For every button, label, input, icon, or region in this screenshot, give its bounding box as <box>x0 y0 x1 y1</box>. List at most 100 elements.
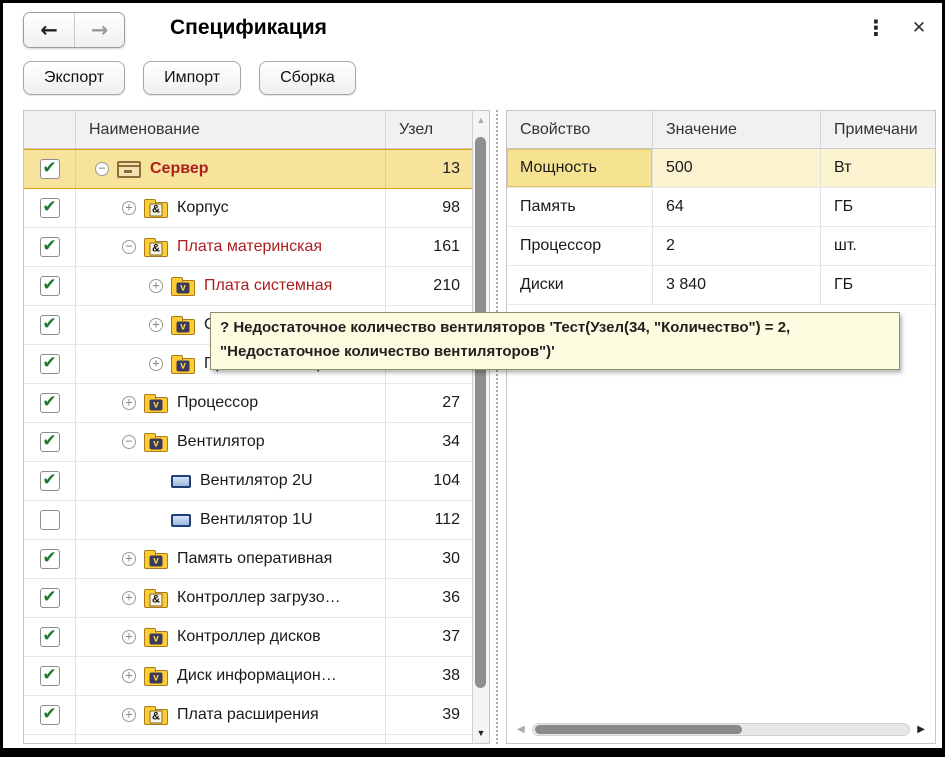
back-button[interactable]: ← <box>24 13 74 47</box>
check-mark-icon: ✔ <box>42 433 56 449</box>
tree-row[interactable]: ✔ + v Диск информацион… 38 <box>24 657 472 696</box>
scroll-up-icon[interactable]: ▲ <box>477 111 486 129</box>
property-row[interactable]: Диски 3 840 ГБ <box>507 266 935 305</box>
tree-row[interactable]: ✔ + v Плата системная 210 <box>24 267 472 306</box>
row-checkbox[interactable]: ✔ <box>40 627 60 647</box>
property-value: 3 840 <box>653 266 821 304</box>
expander-icon[interactable]: + <box>122 201 136 215</box>
column-header-value[interactable]: Значение <box>653 111 821 148</box>
tree-row[interactable]: ✔ + v Память оперативная 30 <box>24 540 472 579</box>
check-mark-icon: ✔ <box>42 706 56 722</box>
node-value: 36 <box>386 579 472 617</box>
check-mark-icon: ✔ <box>42 316 56 332</box>
properties-body: Мощность 500 Вт Память 64 ГБ Процессор 2… <box>507 149 935 305</box>
expander-icon[interactable]: + <box>122 669 136 683</box>
row-checkbox[interactable]: ✔ <box>40 159 60 179</box>
scroll-down-icon[interactable]: ▼ <box>477 725 486 743</box>
property-name: Память <box>507 188 653 226</box>
assembly-box-icon <box>117 161 141 178</box>
column-header-note[interactable]: Примечани <box>821 111 935 148</box>
node-value: 112 <box>386 501 472 539</box>
expander-icon[interactable]: − <box>95 162 109 176</box>
item-label: Сервер <box>150 160 209 178</box>
column-header-node[interactable]: Узел <box>386 111 472 148</box>
expander-icon[interactable]: + <box>122 591 136 605</box>
column-header-property[interactable]: Свойство <box>507 111 653 148</box>
row-checkbox[interactable] <box>40 510 60 530</box>
column-header-checkbox[interactable] <box>24 111 76 148</box>
property-row[interactable]: Процессор 2 шт. <box>507 227 935 266</box>
expander-icon[interactable]: + <box>122 630 136 644</box>
tree-body: ✔ − Сервер 13 ✔ + & Корпус 98 ✔ <box>24 149 472 743</box>
row-checkbox[interactable]: ✔ <box>40 237 60 257</box>
item-label: Вентилятор <box>177 433 265 451</box>
tree-row[interactable]: ✔ − v Вентилятор 34 <box>24 423 472 462</box>
row-checkbox[interactable]: ✔ <box>40 354 60 374</box>
scroll-right-icon[interactable]: ▶ <box>917 724 925 735</box>
node-value: 30 <box>386 540 472 578</box>
item-label: Плата системная <box>204 277 332 295</box>
scrollbar-track[interactable] <box>473 129 489 725</box>
check-mark-icon: ✔ <box>42 238 56 254</box>
row-checkbox[interactable]: ✔ <box>40 705 60 725</box>
сборка-button[interactable]: Сборка <box>259 61 356 95</box>
tree-row[interactable]: ✔ + & Плата расширения 39 <box>24 696 472 735</box>
scrollbar-track[interactable] <box>532 723 911 736</box>
node-value: 210 <box>386 267 472 305</box>
tree-row[interactable]: ✔ + v Процессор 27 <box>24 384 472 423</box>
panel-splitter[interactable] <box>496 110 498 744</box>
expander-icon[interactable]: − <box>122 435 136 449</box>
scrollbar-thumb[interactable] <box>535 725 742 734</box>
more-menu-button[interactable]: ⋮ <box>863 13 889 43</box>
check-mark-icon: ✔ <box>42 550 56 566</box>
item-label: Контроллер загрузо… <box>177 589 341 607</box>
tree-row[interactable]: ✔ <box>24 735 472 743</box>
экспорт-button[interactable]: Экспорт <box>23 61 125 95</box>
item-label: Память оперативная <box>177 550 332 568</box>
forward-arrow-icon: → <box>91 18 109 42</box>
row-checkbox[interactable]: ✔ <box>40 666 60 686</box>
node-value: 38 <box>386 657 472 695</box>
импорт-button[interactable]: Импорт <box>143 61 241 95</box>
tree-row[interactable]: ✔ − Сервер 13 <box>24 149 472 189</box>
forward-button[interactable]: → <box>74 13 124 47</box>
row-checkbox[interactable]: ✔ <box>40 315 60 335</box>
expander-icon[interactable]: + <box>122 708 136 722</box>
item-label: Плата расширения <box>177 706 319 724</box>
expander-icon[interactable]: + <box>149 279 163 293</box>
row-checkbox[interactable]: ✔ <box>40 471 60 491</box>
tree-row[interactable]: ✔ + v Контроллер дисков 37 <box>24 618 472 657</box>
check-mark-icon: ✔ <box>42 199 56 215</box>
column-header-name[interactable]: Наименование <box>76 111 386 148</box>
property-row[interactable]: Мощность 500 Вт <box>507 149 935 188</box>
validation-tooltip: ? Недостаточное количество вентиляторов … <box>210 312 900 370</box>
row-checkbox[interactable]: ✔ <box>40 276 60 296</box>
row-checkbox[interactable]: ✔ <box>40 393 60 413</box>
scroll-left-icon[interactable]: ◀ <box>517 724 525 735</box>
properties-horizontal-scrollbar[interactable]: ◀ ▶ <box>517 721 925 737</box>
node-value: 98 <box>386 189 472 227</box>
property-row[interactable]: Память 64 ГБ <box>507 188 935 227</box>
close-button[interactable]: ✕ <box>906 14 932 42</box>
tree-row[interactable]: ✔ − & Плата материнская 161 <box>24 228 472 267</box>
tree-row[interactable]: ✔ + & Контроллер загрузо… 36 <box>24 579 472 618</box>
tree-row[interactable]: Вентилятор 1U 112 <box>24 501 472 540</box>
node-value: 13 <box>386 150 472 188</box>
row-checkbox[interactable]: ✔ <box>40 432 60 452</box>
tree-row[interactable]: ✔ + & Корпус 98 <box>24 189 472 228</box>
spec-tree-table: Наименование Узел ✔ − Сервер 13 ✔ + & Ко <box>23 110 490 744</box>
check-mark-icon: ✔ <box>42 628 56 644</box>
check-mark-icon: ✔ <box>42 589 56 605</box>
expander-icon[interactable]: + <box>122 552 136 566</box>
scrollbar-thumb[interactable] <box>475 137 486 688</box>
tree-row[interactable]: ✔ Вентилятор 2U 104 <box>24 462 472 501</box>
row-checkbox[interactable]: ✔ <box>40 588 60 608</box>
expander-icon[interactable]: + <box>122 396 136 410</box>
row-checkbox[interactable]: ✔ <box>40 198 60 218</box>
row-checkbox[interactable]: ✔ <box>40 549 60 569</box>
expander-icon[interactable]: − <box>122 240 136 254</box>
tree-vertical-scrollbar[interactable]: ▲ ▼ <box>472 111 489 743</box>
page-title: Спецификация <box>170 16 327 40</box>
expander-icon[interactable]: + <box>149 357 163 371</box>
expander-icon[interactable]: + <box>149 318 163 332</box>
